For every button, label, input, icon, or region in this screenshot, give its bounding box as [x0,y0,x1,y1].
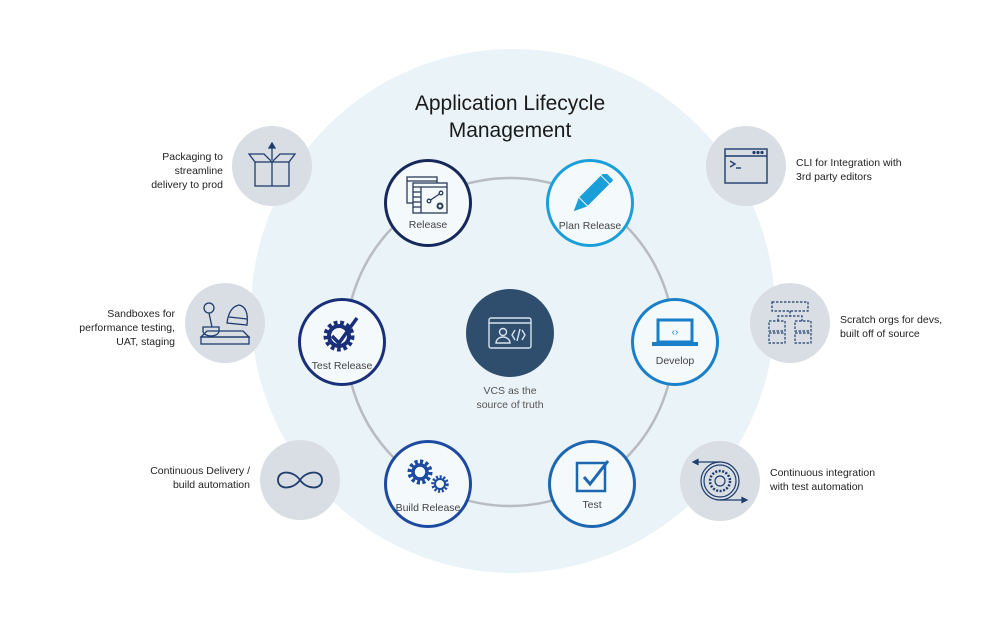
gear-cycle-icon [691,458,749,504]
side-sandboxes [185,283,265,363]
node-develop-label: Develop [655,355,695,367]
note-continuous-integration: Continuous integration with test automat… [770,466,875,494]
vcs-code-window-icon [488,317,532,349]
node-test-release-label: Test Release [311,360,373,372]
note-packaging-line: Packaging to [162,151,223,163]
note-cli-line: 3rd party editors [796,171,872,183]
node-release-label: Release [408,219,448,231]
pencil-icon [573,174,613,212]
checkbox-icon [575,460,610,493]
note-scratch-orgs-line: built off of source [840,328,920,340]
vcs-caption: VCS as the source of truth [440,384,580,412]
side-scratch-orgs [750,283,830,363]
note-continuous-delivery-line: build automation [172,479,250,491]
node-test-label: Test [582,499,602,511]
gear-check-icon [323,316,359,352]
side-continuous-delivery [260,440,340,520]
side-packaging [232,126,312,206]
note-continuous-delivery-line: Continuous Delivery / [150,465,250,477]
node-develop[interactable]: ‹› Develop [631,298,719,386]
note-scratch-orgs: Scratch orgs for devs, built off of sour… [840,313,942,341]
gears-icon [407,459,449,493]
note-sandboxes: Sandboxes for performance testing, UAT, … [79,307,175,349]
vcs-center-node[interactable] [466,289,554,377]
vcs-caption-line-2: source of truth [476,399,544,411]
node-test[interactable]: Test [548,440,636,528]
node-plan-release-label: Plan Release [558,220,622,232]
open-box-icon [247,142,297,187]
note-scratch-orgs-line: Scratch orgs for devs, [840,314,943,326]
note-cli: CLI for Integration with 3rd party edito… [796,156,902,184]
note-continuous-delivery: Continuous Delivery / build automation [150,464,250,492]
note-packaging: Packaging to streamline delivery to prod [151,150,223,192]
node-test-release[interactable]: Test Release [298,298,386,386]
node-build-release[interactable]: Build Release [384,440,472,528]
infinity-icon [277,471,323,489]
side-cli [706,126,786,206]
release-windows-icon [406,176,448,214]
note-sandboxes-line: performance testing, [79,322,175,334]
vcs-caption-line-1: VCS as the [483,385,537,397]
laptop-code-icon: ‹› [652,318,698,346]
terminal-window-icon [724,148,768,184]
note-sandboxes-line: UAT, staging [116,336,175,348]
note-cli-line: CLI for Integration with [796,157,902,169]
note-packaging-line: streamline [174,165,223,177]
note-packaging-line: delivery to prod [151,179,223,191]
node-release[interactable]: Release [384,159,472,247]
note-continuous-integration-line: with test automation [770,481,864,493]
note-continuous-integration-line: Continuous integration [770,467,876,479]
node-build-release-label: Build Release [395,502,461,514]
side-continuous-integration [680,441,760,521]
sandbox-icon [199,302,251,345]
note-sandboxes-line: Sandboxes for [107,308,175,320]
node-plan-release[interactable]: Plan Release [546,159,634,247]
svg-text:‹›: ‹› [672,327,679,338]
org-chart-dashed-icon [768,301,812,344]
